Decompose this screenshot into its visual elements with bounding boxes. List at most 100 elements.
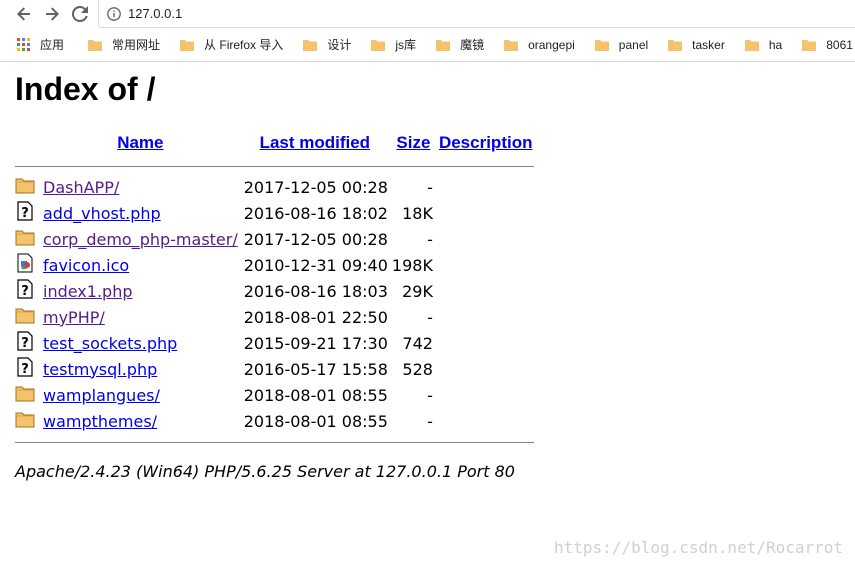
entry-description (437, 382, 535, 408)
entry-size: 742 (402, 333, 433, 353)
sort-by-size-link[interactable]: Size (396, 133, 430, 152)
sort-by-modified-link[interactable]: Last modified (260, 133, 371, 152)
reload-button[interactable] (68, 2, 92, 26)
bookmark-label: panel (618, 37, 649, 52)
server-signature: Apache/2.4.23 (Win64) PHP/5.6.25 Server … (15, 462, 515, 481)
divider (15, 158, 535, 174)
folder-icon (15, 178, 35, 198)
table-row: ? add_vhost.php 2016-08-16 18:02 18K (15, 200, 534, 226)
table-row: ? index1.php 2016-08-16 18:03 29K (15, 278, 534, 304)
folder-icon (371, 39, 386, 51)
entry-description (437, 252, 535, 278)
entry-link[interactable]: wamplangues/ (43, 386, 160, 405)
entry-link[interactable]: corp_demo_php-master/ (43, 230, 238, 249)
entry-description (437, 408, 535, 434)
unknown-file-icon: ? (15, 357, 35, 381)
icon-column-header (15, 128, 41, 158)
page-content: Index of / Name Last modified Size Descr… (0, 62, 855, 569)
svg-text:?: ? (21, 206, 29, 221)
forward-button[interactable] (40, 2, 64, 26)
entry-size: 18K (402, 203, 433, 223)
arrow-left-icon (17, 7, 30, 21)
entry-modified: 2017-12-05 00:28 (243, 177, 388, 197)
entry-link[interactable]: myPHP/ (43, 308, 105, 327)
entry-modified: 2018-08-01 08:55 (243, 385, 388, 405)
entry-modified: 2010-12-31 09:40 (243, 255, 388, 275)
entry-modified: 2018-08-01 22:50 (243, 307, 388, 327)
entry-link[interactable]: wampthemes/ (43, 412, 157, 431)
entry-link[interactable]: add_vhost.php (43, 204, 161, 223)
table-row: wamplangues/2018-08-01 08:55 - (15, 382, 534, 408)
folder-icon (436, 39, 451, 51)
bookmark-item[interactable]: 常用网址 (88, 36, 160, 53)
header-row: Name Last modified Size Description (15, 128, 534, 158)
directory-listing: Name Last modified Size Description Dash… (15, 128, 535, 450)
entry-description (437, 226, 535, 252)
table-row: myPHP/2018-08-01 22:50 - (15, 304, 534, 330)
bookmark-item[interactable]: 从 Firefox 导入 (180, 36, 283, 53)
page-title: Index of / (15, 71, 156, 107)
folder-icon (15, 386, 35, 406)
svg-text:?: ? (21, 336, 29, 351)
table-row: corp_demo_php-master/2017-12-05 00:28 - (15, 226, 534, 252)
folder-icon (15, 412, 35, 432)
bookmark-item[interactable]: ha (744, 37, 783, 52)
entry-modified: 2015-09-21 17:30 (243, 333, 388, 353)
bookmark-label: js库 (395, 38, 417, 52)
url-text[interactable]: 127.0.0.1 (128, 6, 182, 21)
bookmark-label: ha (768, 37, 783, 52)
entry-modified: 2016-08-16 18:02 (243, 203, 388, 223)
bookmarks-bar: 应用 常用网址 从 Firefox 导入 设计 js库 魔镜 orangepi panel t… (0, 28, 855, 62)
bookmark-item[interactable]: orangepi (504, 38, 575, 52)
entry-modified: 2018-08-01 08:55 (243, 411, 388, 431)
table-row: DashAPP/2017-12-05 00:28 - (15, 174, 534, 200)
bookmark-label: orangepi (528, 37, 575, 52)
sort-by-name-link[interactable]: Name (117, 133, 163, 152)
table-row: favicon.ico 2010-12-31 09:40 198K (15, 252, 534, 278)
bookmark-item[interactable]: js库 (371, 36, 416, 53)
folder-icon (744, 39, 759, 51)
entry-modified: 2016-05-17 15:58 (243, 359, 388, 379)
bookmark-item[interactable]: tasker (668, 38, 725, 52)
sort-by-description-link[interactable]: Description (439, 133, 533, 152)
info-icon[interactable] (107, 6, 121, 21)
bookmark-item[interactable]: 魔镜 (436, 36, 484, 53)
bookmark-apps[interactable]: 应用 (40, 36, 64, 53)
folder-icon (594, 39, 609, 51)
folder-icon (504, 39, 519, 51)
bookmark-list: 常用网址 从 Firefox 导入 设计 js库 魔镜 orangepi panel task… (68, 36, 853, 53)
folder-icon (88, 39, 103, 51)
apps-grid-icon[interactable] (17, 38, 30, 51)
svg-text:?: ? (21, 362, 29, 377)
entry-size: - (427, 307, 433, 327)
address-bar[interactable]: 127.0.0.1 (98, 0, 855, 28)
watermark: https://blog.csdn.net/Rocarrot (554, 538, 843, 557)
bookmark-label: 从 Firefox 导入 (204, 38, 284, 52)
entry-size: - (427, 177, 433, 197)
entry-size: 29K (402, 281, 433, 301)
bookmark-label: 8061 (826, 37, 853, 52)
entry-link[interactable]: index1.php (43, 282, 133, 301)
entry-description (437, 330, 535, 356)
entry-link[interactable]: test_sockets.php (43, 334, 177, 353)
entry-size: - (427, 385, 433, 405)
bookmark-label: 魔镜 (460, 38, 485, 52)
bookmark-item[interactable]: panel (594, 37, 649, 52)
unknown-file-icon: ? (15, 279, 35, 303)
entry-link[interactable]: DashAPP/ (43, 178, 119, 197)
entry-link[interactable]: favicon.ico (43, 256, 129, 275)
entry-size: 198K (391, 255, 433, 275)
unknown-file-icon: ? (15, 201, 35, 225)
entry-link[interactable]: testmysql.php (43, 360, 157, 379)
table-row: wampthemes/2018-08-01 08:55 - (15, 408, 534, 434)
svg-text:?: ? (21, 284, 29, 299)
table-row: ? test_sockets.php 2015-09-21 17:30 742 (15, 330, 534, 356)
folder-icon (303, 39, 318, 51)
bookmark-item[interactable]: 设计 (303, 36, 351, 53)
folder-icon (15, 230, 35, 250)
entry-modified: 2016-08-16 18:03 (243, 281, 388, 301)
back-button[interactable] (12, 2, 36, 26)
entry-description (437, 278, 535, 304)
bookmark-item[interactable]: 8061 (802, 38, 853, 52)
entry-description (437, 356, 535, 382)
